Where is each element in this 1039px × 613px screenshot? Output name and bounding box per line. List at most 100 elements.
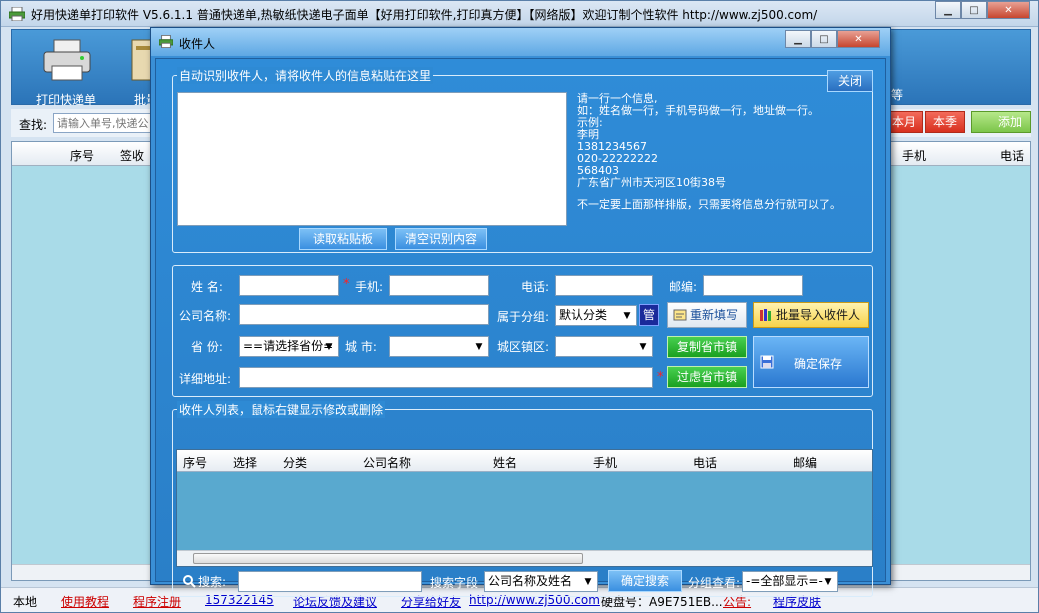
close-icon: ✕ [1004,4,1013,16]
filter-province-button[interactable]: 过虑省市镇 [667,366,747,388]
help-line: 如：姓名做一行，手机号码做一行，地址做一行。 [577,104,819,117]
list-col-index[interactable]: 序号 [183,454,207,471]
recognize-close-button[interactable]: 关闭 [827,70,873,92]
dialog-search-label: 搜索: [198,575,227,589]
add-label: 添加 [998,115,1023,129]
dialog-search-input[interactable] [238,571,422,592]
recipient-list-header: 序号 选择 分类 公司名称 姓名 手机 电话 邮编 [177,450,872,472]
zip-input[interactable] [703,275,803,296]
status-local: 本地 [13,595,38,609]
read-clipboard-button[interactable]: 读取粘贴板 [299,228,387,250]
minimize-button[interactable]: ▁ [935,1,961,19]
help-line: 广东省广州市天河区10街38号 [577,176,726,189]
province-label: 省 份: [191,340,223,354]
refill-button[interactable]: 重新填写 [667,302,747,328]
search-field-select[interactable]: 公司名称及姓名 ▼ [484,571,598,592]
list-col-name[interactable]: 姓名 [493,454,517,471]
dialog-minimize-button[interactable]: ▁ [785,30,811,48]
app-printer-icon [9,7,25,21]
chevron-down-icon: ▼ [475,342,483,352]
col-header-phone[interactable]: 电话 [1000,147,1024,164]
minimize-icon: ▁ [794,33,802,45]
toolbar-print-button[interactable]: 打印快递单 [26,36,106,108]
recipient-list-grid: 序号 选择 分类 公司名称 姓名 手机 电话 邮编 [176,449,873,567]
search-field-value: 公司名称及姓名 [488,574,573,588]
list-col-zip[interactable]: 邮编 [793,454,817,471]
close-button[interactable]: ✕ [987,1,1030,19]
col-header-mobile[interactable]: 手机 [902,147,926,164]
list-col-category[interactable]: 分类 [283,454,307,471]
chevron-down-icon: ▼ [325,342,333,352]
maximize-button[interactable]: □ [961,1,987,19]
dialog-printer-icon [159,35,173,48]
add-button[interactable]: 添加 [971,111,1031,133]
recognize-help: 请一行一个信息, 如：姓名做一行，手机号码做一行，地址做一行。 示例: 李明 1… [577,93,841,211]
zip-label: 邮编: [669,280,698,294]
list-col-mobile[interactable]: 手机 [593,454,617,471]
group-select[interactable]: 默认分类 ▼ [555,305,637,326]
phone-input[interactable] [555,275,653,296]
recognize-group: 自动识别收件人，请将收件人的信息粘贴在这里 关闭 读取粘贴板 清空识别内容 请一… [172,67,873,253]
city-label: 城 市: [345,340,377,354]
province-select-value: ==请选择省份= [243,339,334,353]
status-tutorial-link[interactable]: 使用教程 [61,593,109,610]
dialog-title: 收件人 [179,37,216,51]
maximize-icon: □ [969,4,979,16]
recipient-list-hscrollbar[interactable] [177,550,872,566]
recognize-close-label: 关闭 [837,74,862,88]
list-col-select[interactable]: 选择 [233,454,257,471]
col-header-index[interactable]: 序号 [70,147,94,164]
district-label: 城区镇区: [497,340,550,354]
confirm-search-button[interactable]: 确定搜索 [608,570,682,592]
name-input[interactable] [239,275,339,296]
search-input[interactable] [53,113,163,133]
copy-province-label: 复制省市镇 [676,340,737,354]
manage-group-label: 管 [642,308,655,322]
name-required-mark: * [343,277,350,292]
minimize-icon: ▁ [944,4,952,16]
scrollbar-thumb[interactable] [193,553,583,564]
search-label: 查找: [19,118,48,132]
group-view-label: 分组查看: [688,576,741,590]
recognize-legend: 自动识别收件人，请将收件人的信息粘贴在这里 [177,67,434,84]
dialog-titlebar: 收件人 ▁ □ ✕ [151,28,890,56]
books-icon [760,309,771,321]
city-select[interactable]: ▼ [389,336,489,357]
phone-label: 电话: [521,280,550,294]
col-header-signed[interactable]: 签收 [120,147,144,164]
chevron-down-icon: ▼ [584,577,592,587]
address-required-mark: * [657,370,664,385]
dialog-body: 自动识别收件人，请将收件人的信息粘贴在这里 关闭 读取粘贴板 清空识别内容 请一… [155,58,886,597]
dialog-maximize-button[interactable]: □ [811,30,837,48]
manage-group-button[interactable]: 管 [639,304,659,326]
list-col-phone[interactable]: 电话 [693,454,717,471]
quarter-label: 本季 [932,115,957,129]
save-button[interactable]: 确定保存 [753,336,869,388]
quarter-button[interactable]: 本季 [925,111,965,133]
refill-label: 重新填写 [690,308,739,322]
group-label: 属于分组: [497,310,550,324]
dialog-close-button[interactable]: ✕ [837,30,880,48]
recipient-dialog: 收件人 ▁ □ ✕ 自动识别收件人，请将收件人的信息粘贴在这里 关闭 读取粘贴板… [150,27,891,597]
list-col-company[interactable]: 公司名称 [363,454,411,471]
company-input[interactable] [239,304,489,325]
clear-recognize-button[interactable]: 清空识别内容 [395,228,487,250]
month-label: 本月 [891,115,916,129]
help-line: 不一定要上面那样排版，只需要将信息分行就可以了。 [577,198,841,211]
mobile-input[interactable] [389,275,489,296]
main-window-title: 好用快递单打印软件 V5.6.1.1 普通快递单,热敏纸快递电子面单【好用打印软… [31,8,818,22]
copy-province-button[interactable]: 复制省市镇 [667,336,747,358]
recipient-form-group: 姓 名: * 手机: 电话: 邮编: 公司名称: 属于分组: 默认分类 ▼ 管 … [172,265,873,397]
floppy-save-icon [760,355,774,369]
address-label: 详细地址: [179,372,232,386]
address-input[interactable] [239,367,653,388]
batch-import-button[interactable]: 批量导入收件人 [753,302,869,328]
group-view-select[interactable]: -=全部显示=- ▼ [742,571,838,592]
main-titlebar: 好用快递单打印软件 V5.6.1.1 普通快递单,热敏纸快递电子面单【好用打印软… [1,1,1038,27]
chevron-down-icon: ▼ [623,311,631,321]
recognize-textarea[interactable] [177,92,567,226]
read-clipboard-label: 读取粘贴板 [312,232,373,246]
toolbar-print-label: 打印快递单 [35,93,96,107]
province-select[interactable]: ==请选择省份= ▼ [239,336,339,357]
district-select[interactable]: ▼ [555,336,653,357]
